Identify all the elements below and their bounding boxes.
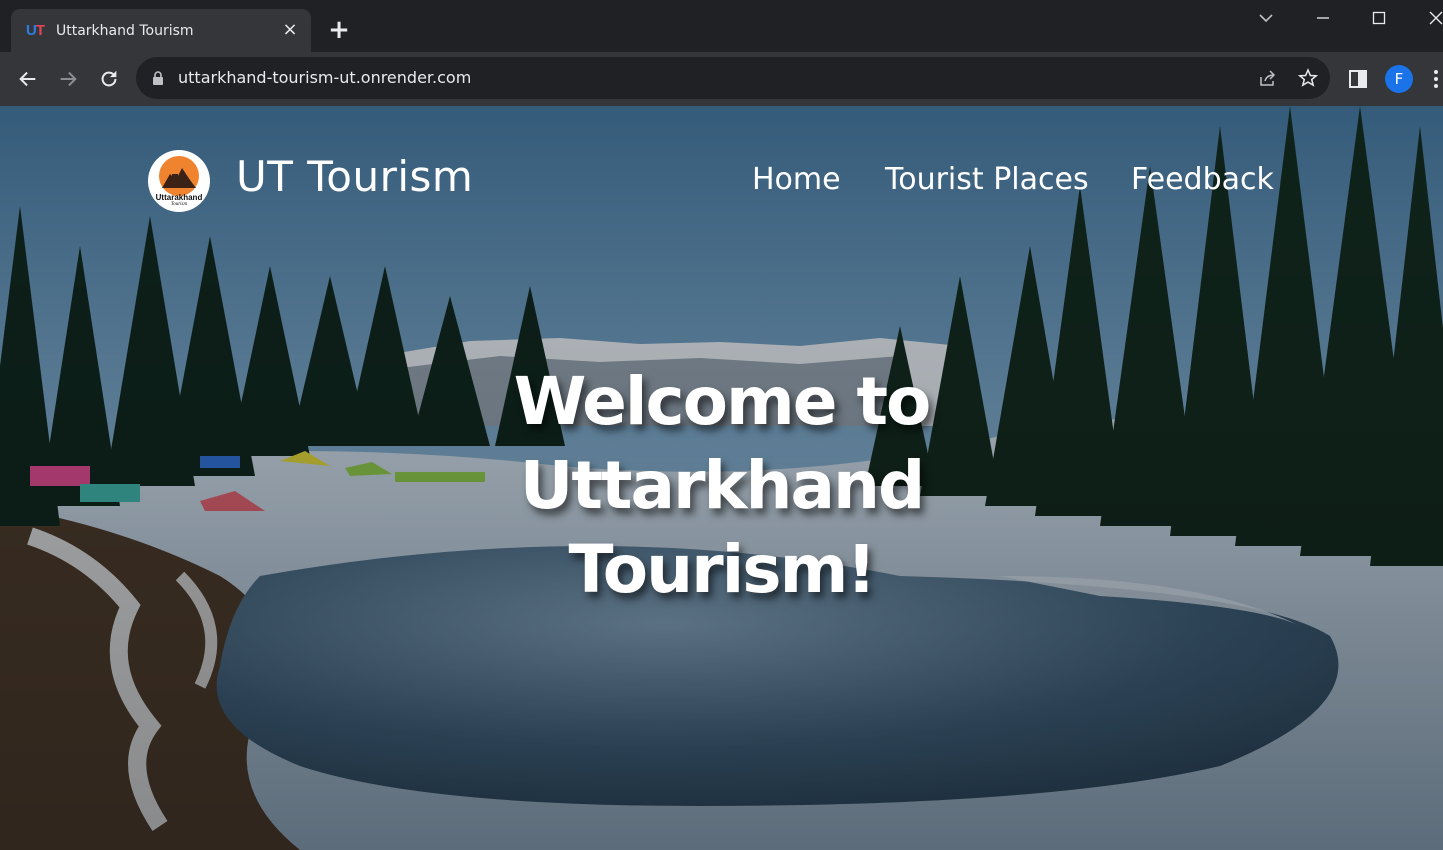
tab-strip: UT Uttarkhand Tourism × + bbox=[0, 0, 1443, 52]
hero-heading-line-2: Uttarkhand bbox=[519, 447, 925, 524]
brand-name[interactable]: UT Tourism bbox=[236, 152, 473, 201]
maximize-icon[interactable] bbox=[1367, 6, 1391, 30]
hero-heading-line-1: Welcome to bbox=[513, 363, 932, 440]
back-icon[interactable] bbox=[17, 68, 39, 90]
close-window-icon[interactable] bbox=[1424, 6, 1443, 30]
tab-close-icon[interactable]: × bbox=[281, 21, 299, 39]
nav-link-tourist-places[interactable]: Tourist Places bbox=[885, 162, 1089, 197]
browser-toolbar: uttarkhand-tourism-ut.onrender.com F bbox=[0, 52, 1443, 106]
hero-heading: Welcome to Uttarkhand Tourism! bbox=[0, 360, 1443, 612]
minimize-icon[interactable] bbox=[1311, 6, 1335, 30]
menu-icon[interactable] bbox=[1430, 67, 1442, 91]
url-text[interactable]: uttarkhand-tourism-ut.onrender.com bbox=[178, 68, 471, 87]
logo-text: Uttarakhand bbox=[155, 193, 203, 202]
nav-link-feedback[interactable]: Feedback bbox=[1131, 162, 1274, 197]
logo-subtext: Tourism bbox=[170, 202, 188, 207]
favicon-letter-t: T bbox=[35, 22, 45, 39]
browser-tab[interactable]: UT Uttarkhand Tourism × bbox=[11, 9, 311, 52]
reload-icon[interactable] bbox=[98, 68, 120, 90]
web-page: Uttarakhand Tourism UT Tourism Home Tour… bbox=[0, 106, 1443, 850]
new-tab-button[interactable]: + bbox=[326, 17, 352, 43]
site-logo[interactable]: Uttarakhand Tourism bbox=[148, 150, 210, 212]
side-panel-icon[interactable] bbox=[1348, 69, 1368, 89]
address-bar[interactable]: uttarkhand-tourism-ut.onrender.com bbox=[136, 57, 1330, 99]
hero-heading-line-3: Tourism! bbox=[568, 531, 877, 608]
profile-avatar[interactable]: F bbox=[1385, 65, 1413, 93]
favicon-letter-u: U bbox=[25, 22, 37, 39]
site-favicon-icon: UT bbox=[25, 21, 45, 41]
forward-icon[interactable] bbox=[57, 68, 79, 90]
nav-link-home[interactable]: Home bbox=[752, 162, 841, 197]
share-icon[interactable] bbox=[1258, 68, 1278, 88]
site-navbar: Uttarakhand Tourism UT Tourism Home Tour… bbox=[0, 106, 1443, 256]
lock-icon[interactable] bbox=[150, 70, 166, 86]
star-icon[interactable] bbox=[1298, 68, 1318, 88]
tab-title: Uttarkhand Tourism bbox=[56, 22, 194, 39]
tab-search-icon[interactable] bbox=[1254, 6, 1278, 30]
